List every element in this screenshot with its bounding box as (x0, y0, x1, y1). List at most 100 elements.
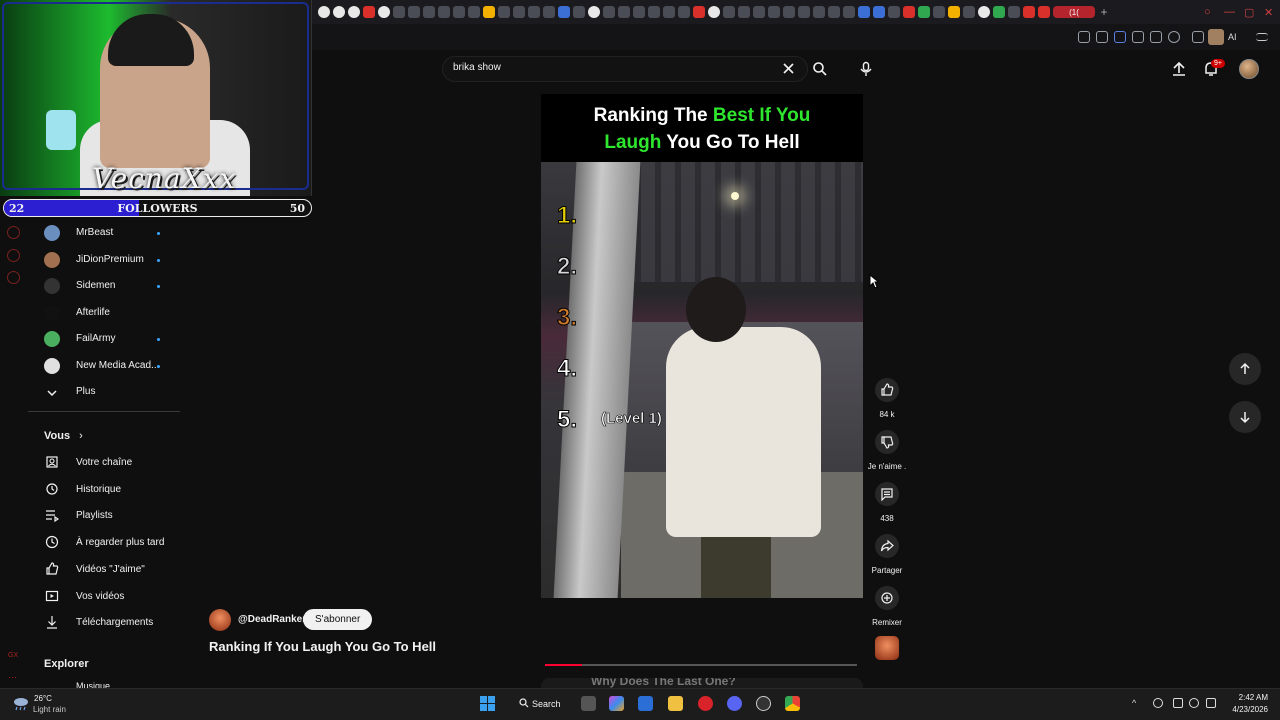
tab[interactable] (513, 6, 525, 18)
tab[interactable] (978, 6, 990, 18)
tab[interactable] (678, 6, 690, 18)
close-window-icon[interactable]: ✕ (1264, 6, 1273, 19)
tab[interactable] (768, 6, 780, 18)
weather-rain-icon[interactable] (12, 695, 30, 711)
sidebar-item-playlists[interactable]: Playlists (76, 510, 113, 521)
task-view-icon[interactable] (581, 696, 596, 711)
tab[interactable] (1008, 6, 1020, 18)
tab[interactable] (408, 6, 420, 18)
obs-icon[interactable] (756, 696, 771, 711)
tab[interactable] (843, 6, 855, 18)
tab[interactable] (633, 6, 645, 18)
minimize-icon[interactable]: — (1224, 6, 1235, 18)
dislike-button[interactable] (875, 430, 899, 454)
tab[interactable] (618, 6, 630, 18)
opera-gx-icon[interactable] (698, 696, 713, 711)
tab[interactable] (963, 6, 975, 18)
tab[interactable] (723, 6, 735, 18)
discord-icon[interactable] (727, 696, 742, 711)
sidebar-subscription[interactable]: Afterlife (76, 307, 110, 318)
tab[interactable] (663, 6, 675, 18)
play-icon[interactable] (1150, 31, 1162, 43)
like-button[interactable] (875, 378, 899, 402)
tab[interactable] (828, 6, 840, 18)
rail-history-icon[interactable] (7, 226, 20, 239)
channel-avatar-small[interactable] (44, 225, 60, 241)
profile-icon[interactable] (1208, 29, 1224, 45)
clear-search-icon[interactable] (781, 61, 796, 76)
remix-button[interactable] (875, 586, 899, 610)
heart-icon[interactable] (1168, 31, 1180, 43)
tab[interactable] (888, 6, 900, 18)
tab[interactable] (348, 6, 360, 18)
search-icon[interactable] (812, 61, 828, 77)
screenshot-icon[interactable] (1096, 31, 1108, 43)
rail-gx-icon[interactable]: GX (8, 652, 18, 659)
sidebar-subscription[interactable]: MrBeast (76, 227, 113, 238)
tab[interactable] (333, 6, 345, 18)
sidebar-item-your-videos[interactable]: Vos vidéos (76, 591, 124, 602)
chrome-icon[interactable] (785, 696, 800, 711)
channel-avatar[interactable] (209, 609, 231, 631)
next-short-button[interactable] (1229, 401, 1261, 433)
sidebar-item-downloads[interactable]: Téléchargements (76, 617, 153, 628)
channel-avatar-small[interactable] (44, 251, 60, 268)
video-title[interactable]: Ranking If You Laugh You Go To Hell (209, 639, 436, 654)
file-explorer-icon[interactable] (668, 696, 683, 711)
tab[interactable] (1023, 6, 1035, 18)
tab[interactable] (483, 6, 495, 18)
sidebar-more[interactable]: Plus (76, 386, 95, 397)
tab[interactable] (918, 6, 930, 18)
tray-wifi-icon[interactable] (1173, 698, 1183, 708)
translate-icon[interactable] (1132, 31, 1144, 43)
tab[interactable] (753, 6, 765, 18)
tab[interactable] (498, 6, 510, 18)
tab[interactable] (798, 6, 810, 18)
tab[interactable] (813, 6, 825, 18)
tab[interactable] (363, 6, 375, 18)
channel-avatar-small[interactable] (44, 278, 60, 295)
next-short-preview[interactable]: Why Does The Last One? (541, 678, 863, 688)
channel-avatar-small[interactable] (44, 331, 60, 348)
comments-button[interactable] (875, 482, 899, 506)
ai-button[interactable]: AI (1228, 32, 1237, 42)
rail-more-icon[interactable]: ··· (8, 672, 17, 682)
tray-battery-icon[interactable] (1206, 698, 1216, 708)
tab[interactable] (648, 6, 660, 18)
windows-start-icon[interactable] (480, 696, 495, 711)
tab[interactable] (738, 6, 750, 18)
sidebar-subscription[interactable]: FailArmy (76, 333, 115, 344)
sidebar-item-watch-later[interactable]: À regarder plus tard (76, 537, 164, 548)
previous-short-button[interactable] (1229, 353, 1261, 385)
tab[interactable] (603, 6, 615, 18)
new-tab-icon[interactable]: + (1098, 6, 1110, 18)
tab[interactable] (858, 6, 870, 18)
tab[interactable] (693, 6, 705, 18)
sidebar-subscription[interactable]: JiDionPremium (76, 254, 144, 265)
sidebar-item-music[interactable]: Musique (76, 681, 110, 688)
rail-settings-icon[interactable] (7, 271, 20, 284)
tab[interactable] (933, 6, 945, 18)
search-tabs-icon[interactable]: ○ (1204, 6, 1211, 18)
channel-handle[interactable]: @DeadRanker (238, 614, 306, 625)
tab-active[interactable]: (1( (1053, 6, 1095, 18)
tab[interactable] (318, 6, 330, 18)
upload-icon[interactable] (1171, 61, 1187, 77)
tray-volume-icon[interactable] (1189, 698, 1199, 708)
sidebar-subscription[interactable]: Sidemen (76, 280, 115, 291)
tab[interactable] (453, 6, 465, 18)
sidebar-subscription[interactable]: New Media Acad... (76, 360, 159, 371)
tab[interactable] (1038, 6, 1050, 18)
channel-avatar-small[interactable] (44, 304, 60, 321)
extensions-icon[interactable] (1192, 31, 1204, 43)
tab[interactable] (468, 6, 480, 18)
tab[interactable] (423, 6, 435, 18)
share-button[interactable] (875, 534, 899, 558)
account-avatar[interactable] (1239, 59, 1259, 79)
maximize-icon[interactable]: ▢ (1244, 6, 1254, 19)
sidebar-item-history[interactable]: Historique (76, 484, 121, 495)
short-video-player[interactable]: Ranking The Best If You Laugh You Go To … (541, 94, 863, 598)
tab[interactable] (708, 6, 720, 18)
sidebar-item-channel[interactable]: Votre chaîne (76, 457, 132, 468)
menu-icon[interactable] (1256, 33, 1268, 41)
